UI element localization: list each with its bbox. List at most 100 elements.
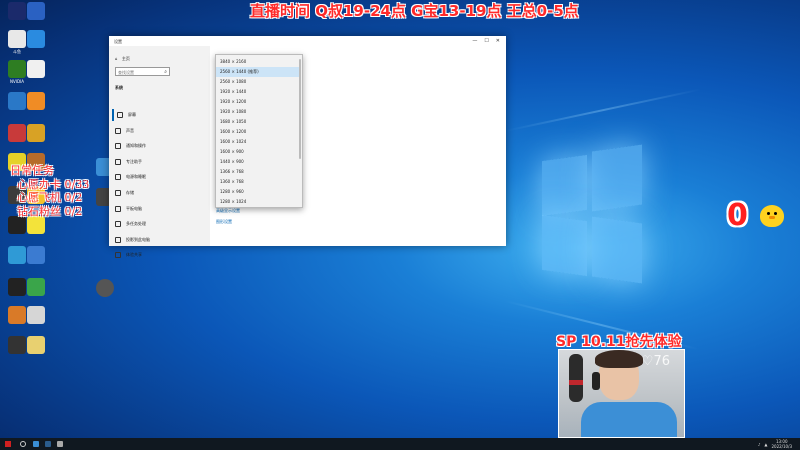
resolution-option[interactable]: 1280 × 1024	[216, 197, 300, 207]
resolution-option[interactable]: 1920 × 1080	[216, 107, 300, 117]
desktop-icon[interactable]	[23, 306, 49, 325]
resolution-option[interactable]: 1600 × 1200	[216, 127, 300, 137]
resolution-option[interactable]: 2560 × 1080	[216, 77, 300, 87]
settings-gear-icon[interactable]	[57, 441, 63, 447]
settings-window: 设置 — ☐ ✕ ⌂ 主页 查找设置 ⌕ 系统 屏幕声音通知和操作专注助手电源和…	[109, 36, 506, 259]
app-icon	[27, 306, 45, 324]
app-icon	[27, 246, 45, 264]
sidebar-item-icon	[117, 112, 123, 118]
sidebar-item[interactable]: 平板电脑	[112, 203, 210, 215]
resolution-option[interactable]: 2560 × 1440 (推荐)	[216, 67, 300, 77]
sidebar-item-label: 声音	[126, 127, 134, 133]
taskbar-app-icon[interactable]	[33, 441, 39, 447]
resolution-option[interactable]: 1920 × 1440	[216, 87, 300, 97]
sidebar-item-icon	[115, 205, 121, 212]
desktop-icon[interactable]	[23, 336, 49, 355]
resolution-option[interactable]: 1360 × 768	[216, 177, 300, 187]
desktop-icon[interactable]	[23, 92, 49, 111]
resolution-option[interactable]: 3840 × 2160	[216, 57, 300, 67]
sidebar-item[interactable]: 电源和睡眠	[112, 171, 210, 183]
resolution-dropdown[interactable]: 3840 × 2160 2560 × 1440 (推荐) 2560 × 1080 19…	[215, 54, 303, 208]
resolution-option[interactable]: 1600 × 900	[216, 147, 300, 157]
close-icon[interactable]: ✕	[496, 38, 500, 44]
desktop-icon-label: NVIDIA	[10, 79, 24, 84]
network-icon[interactable]: ▲	[764, 442, 767, 447]
search-icon[interactable]	[20, 441, 26, 447]
graphics-settings-link[interactable]: 图形设置	[216, 219, 232, 225]
desktop-icon-label: 斗鱼	[13, 49, 21, 54]
minimize-icon[interactable]: —	[472, 38, 477, 44]
app-icon	[27, 92, 45, 110]
microphone	[569, 354, 583, 402]
window-title: 设置	[114, 39, 122, 44]
webcam-feed: ♡76	[558, 349, 685, 438]
sidebar-item-icon	[115, 158, 121, 165]
sidebar-item-label: 多任务处理	[126, 221, 146, 227]
desktop-icon[interactable]	[23, 124, 49, 143]
desktop-icon[interactable]	[23, 30, 49, 49]
desktop-icon[interactable]	[23, 2, 49, 21]
streamer-body	[581, 402, 677, 437]
clock[interactable]: 13:00 2022/10/3	[771, 439, 792, 449]
sidebar-item-home[interactable]: ⌂ 主页	[115, 56, 130, 62]
app-icon	[27, 30, 45, 48]
taskbar: ♪ ▲ 13:00 2022/10/3	[0, 438, 800, 450]
settings-search-input[interactable]: 查找设置 ⌕	[115, 67, 170, 76]
gift-counter: 0	[727, 198, 748, 233]
chick-icon	[760, 205, 784, 227]
resolution-option[interactable]: 1440 × 900	[216, 157, 300, 167]
sidebar-item-icon	[115, 252, 121, 259]
resolution-option[interactable]: 1600 × 1024	[216, 137, 300, 147]
resolution-option[interactable]: 1366 × 768	[216, 167, 300, 177]
sidebar-item[interactable]: 存储	[112, 187, 210, 199]
sp-label-overlay: SP 10.11抢先体验	[556, 334, 682, 350]
app-icon	[27, 216, 45, 234]
sidebar-item-icon	[115, 174, 121, 181]
sidebar-item-icon	[115, 236, 121, 243]
stream-schedule-banner: 直播时间 Q叔19-24点 G宝13-19点 王总0-5点	[250, 2, 579, 20]
desktop-icon[interactable]	[23, 216, 49, 235]
sidebar-item[interactable]: 投影到此电脑	[112, 234, 210, 246]
sidebar-item[interactable]: 体验共享	[112, 249, 210, 261]
resolution-option[interactable]: 1280 × 960	[216, 187, 300, 197]
sidebar-item[interactable]: 屏幕	[112, 109, 210, 121]
system-tray: ♪ ▲ 13:00 2022/10/3	[758, 439, 792, 449]
sidebar-item-label: 平板电脑	[126, 205, 142, 211]
volume-icon[interactable]: ♪	[758, 442, 761, 447]
sidebar-item[interactable]: 声音	[112, 125, 210, 137]
like-counter: ♡76	[641, 354, 670, 369]
sidebar-item[interactable]: 多任务处理	[112, 218, 210, 230]
start-button[interactable]	[5, 441, 11, 447]
daily-tasks-overlay: 日常任务 心愿办卡 0/33 心愿飞机 0/2 钻石粉丝 0/2	[10, 164, 90, 218]
desktop-icon[interactable]	[92, 279, 118, 297]
sidebar-item-icon	[115, 127, 121, 134]
taskbar-app-icon[interactable]	[45, 441, 51, 447]
sidebar-item[interactable]: 通知和操作	[112, 140, 210, 152]
app-icon	[27, 336, 45, 354]
maximize-icon[interactable]: ☐	[484, 38, 488, 44]
resolution-option[interactable]: 1920 × 1200	[216, 97, 300, 107]
sidebar-item-label: 投影到此电脑	[126, 236, 150, 242]
sidebar-item-label: 通知和操作	[126, 143, 146, 149]
sidebar-item-label: 电源和睡眠	[126, 174, 146, 180]
desktop-icon[interactable]	[23, 246, 49, 265]
sidebar-item[interactable]: 专注助手	[112, 156, 210, 168]
app-icon	[27, 2, 45, 20]
dropdown-scrollbar[interactable]	[299, 59, 301, 159]
app-icon	[27, 278, 45, 296]
advanced-display-link[interactable]: 高级显示设置	[216, 208, 240, 214]
sidebar-item-icon	[115, 190, 121, 196]
desktop-icon[interactable]	[23, 278, 49, 297]
resolution-option[interactable]: 1680 × 1050	[216, 117, 300, 127]
sidebar-section-title: 系统	[115, 85, 123, 90]
headset-icon	[592, 372, 600, 390]
sidebar-item-icon	[115, 143, 121, 150]
windows-logo-wallpaper	[492, 118, 642, 318]
home-icon: ⌂	[115, 56, 118, 61]
sidebar-item-icon	[115, 221, 121, 228]
app-icon	[27, 124, 45, 142]
title-bar: 设置 — ☐ ✕	[109, 36, 506, 46]
sidebar-item-label: 存储	[126, 190, 134, 195]
search-icon: ⌕	[164, 69, 167, 75]
desktop-icon[interactable]	[23, 60, 49, 79]
